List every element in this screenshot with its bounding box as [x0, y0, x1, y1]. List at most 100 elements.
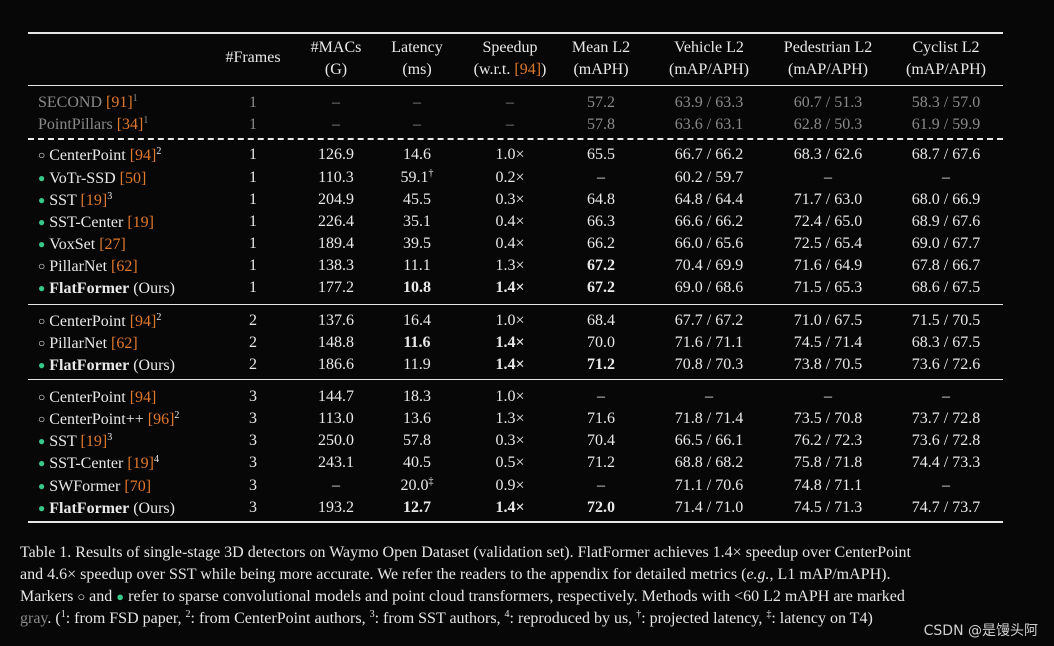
cell-value: 1 [249, 279, 257, 296]
cell-value: – [705, 388, 713, 405]
table-cell: 1 [249, 93, 257, 113]
cell-value: 2 [249, 356, 257, 373]
method-name-cell: ● SST [19]3 [38, 431, 112, 452]
cell-value: 11.9 [403, 356, 431, 373]
table-cell: 0.3× [495, 190, 524, 210]
table-cell: 59.1† [401, 168, 434, 188]
table-cell: 138.3 [318, 256, 354, 276]
table-cell: 1.4× [495, 333, 524, 353]
cell-value: 66.3 [587, 213, 615, 230]
column-header-tail: ) [541, 61, 547, 78]
table-cell: 71.6 / 64.9 [794, 256, 862, 276]
table-cell: 126.9 [318, 145, 354, 165]
table-cell: 226.4 [318, 212, 354, 232]
table-cell: 1 [249, 256, 257, 276]
cell-value: 3 [249, 388, 257, 405]
cell-value: 1 [249, 257, 257, 274]
method-name-cell: ● VoTr-SSD [50] [38, 168, 146, 189]
table-cell: 72.4 / 65.0 [794, 212, 862, 232]
table-cell: 137.6 [318, 311, 354, 331]
cell-value: 189.4 [318, 235, 354, 252]
top-rule [28, 32, 1003, 34]
method-name-cell: ● FlatFormer (Ours) [38, 355, 175, 376]
cell-value: 137.6 [318, 312, 354, 329]
cell-value: 144.7 [318, 388, 354, 405]
cell-value: – [332, 477, 340, 494]
table-cell: 1.0× [495, 311, 524, 331]
cell-value: – [942, 477, 950, 494]
table-cell: 12.7 [403, 498, 431, 518]
method-name-cell: ● SST [19]3 [38, 190, 112, 211]
transformer-dot-icon: ● [38, 193, 46, 207]
transformer-dot-icon: ● [38, 215, 46, 229]
table-cell: 71.5 / 65.3 [794, 278, 862, 298]
table-cell: 243.1 [318, 453, 354, 473]
table-cell: 189.4 [318, 234, 354, 254]
table-cell: 68.3 / 67.5 [912, 333, 980, 353]
table-cell: 11.1 [403, 256, 430, 276]
table-cell: 0.5× [495, 453, 524, 473]
cell-value: 226.4 [318, 213, 354, 230]
column-header: Pedestrian L2 (mAP/APH) [784, 37, 872, 81]
cell-value: 11.6 [403, 334, 431, 351]
cell-value: 35.1 [403, 213, 431, 230]
table-cell: 1.3× [495, 409, 524, 429]
cell-value: 1.4× [495, 499, 525, 516]
table-cell: – [332, 476, 340, 496]
table-cell: – [824, 387, 832, 407]
method-name: VoxSet [49, 236, 96, 253]
method-suffix: (Ours) [129, 280, 175, 297]
method-name-cell: ● FlatFormer (Ours) [38, 498, 175, 519]
caption-line-4h: : latency on T4) [771, 610, 873, 627]
table-cell: 67.8 / 66.7 [912, 256, 980, 276]
table-cell: – [942, 168, 950, 188]
table-cell: 74.7 / 73.7 [912, 498, 980, 518]
group-rule-2 [28, 304, 1003, 305]
table-cell: 71.2 [587, 453, 615, 473]
table-cell: – [413, 115, 421, 135]
footnote-sup: 4 [153, 454, 159, 465]
cell-value: 67.7 / 67.2 [674, 312, 744, 329]
table-cell: 68.6 / 67.5 [912, 278, 980, 298]
table-cell: 10.8 [403, 278, 431, 298]
column-header-label: Cyclist L2 [912, 39, 980, 56]
cell-value: 73.5 / 70.8 [793, 410, 863, 427]
cell-value: 69.0 / 68.6 [674, 279, 744, 296]
table-cell: 113.0 [318, 409, 353, 429]
cell-value: – [942, 388, 950, 405]
table-cell: 73.7 / 72.8 [912, 409, 980, 429]
table-cell: 61.9 / 59.9 [912, 115, 980, 135]
cell-footnote-sup: † [428, 168, 434, 179]
table-cell: 69.0 / 67.7 [912, 234, 980, 254]
cell-value: 113.0 [318, 410, 354, 427]
table-cell: 60.7 / 51.3 [794, 93, 862, 113]
table-cell: 1 [249, 168, 257, 188]
table-cell: 3 [249, 476, 257, 496]
table-cell: 74.5 / 71.4 [794, 333, 862, 353]
cell-value: – [597, 388, 605, 405]
cell-value: 66.6 / 66.2 [674, 213, 744, 230]
cell-value: 57.2 [587, 94, 615, 111]
table-cell: 69.0 / 68.6 [675, 278, 743, 298]
sparse-conv-circle-icon: ○ [38, 412, 46, 426]
cell-value: 1.0× [495, 388, 525, 405]
table-cell: – [506, 115, 514, 135]
cell-value: 74.4 / 73.3 [911, 454, 981, 471]
cell-value: 73.7 / 72.8 [911, 410, 981, 427]
transformer-dot-icon: ● [38, 171, 46, 185]
method-name-cell: ● VoxSet [27] [38, 234, 126, 255]
table-cell: 57.8 [587, 115, 615, 135]
table-caption: Table 1. Results of single-stage 3D dete… [20, 542, 1035, 630]
table-cell: 71.6 [587, 409, 615, 429]
cell-value: 60.7 / 51.3 [793, 94, 863, 111]
cell-value: 66.7 / 66.2 [674, 146, 744, 163]
citation-ref: [19] [127, 214, 154, 231]
cell-value: 16.4 [403, 312, 431, 329]
table-cell: 71.7 / 63.0 [794, 190, 862, 210]
table-cell: 1.3× [495, 256, 524, 276]
table-cell: – [332, 93, 340, 113]
table-cell: 73.6 / 72.6 [912, 355, 980, 375]
cell-value: 68.4 [587, 312, 615, 329]
citation-ref: [96] [147, 411, 175, 428]
method-name: CenterPoint [49, 389, 126, 406]
